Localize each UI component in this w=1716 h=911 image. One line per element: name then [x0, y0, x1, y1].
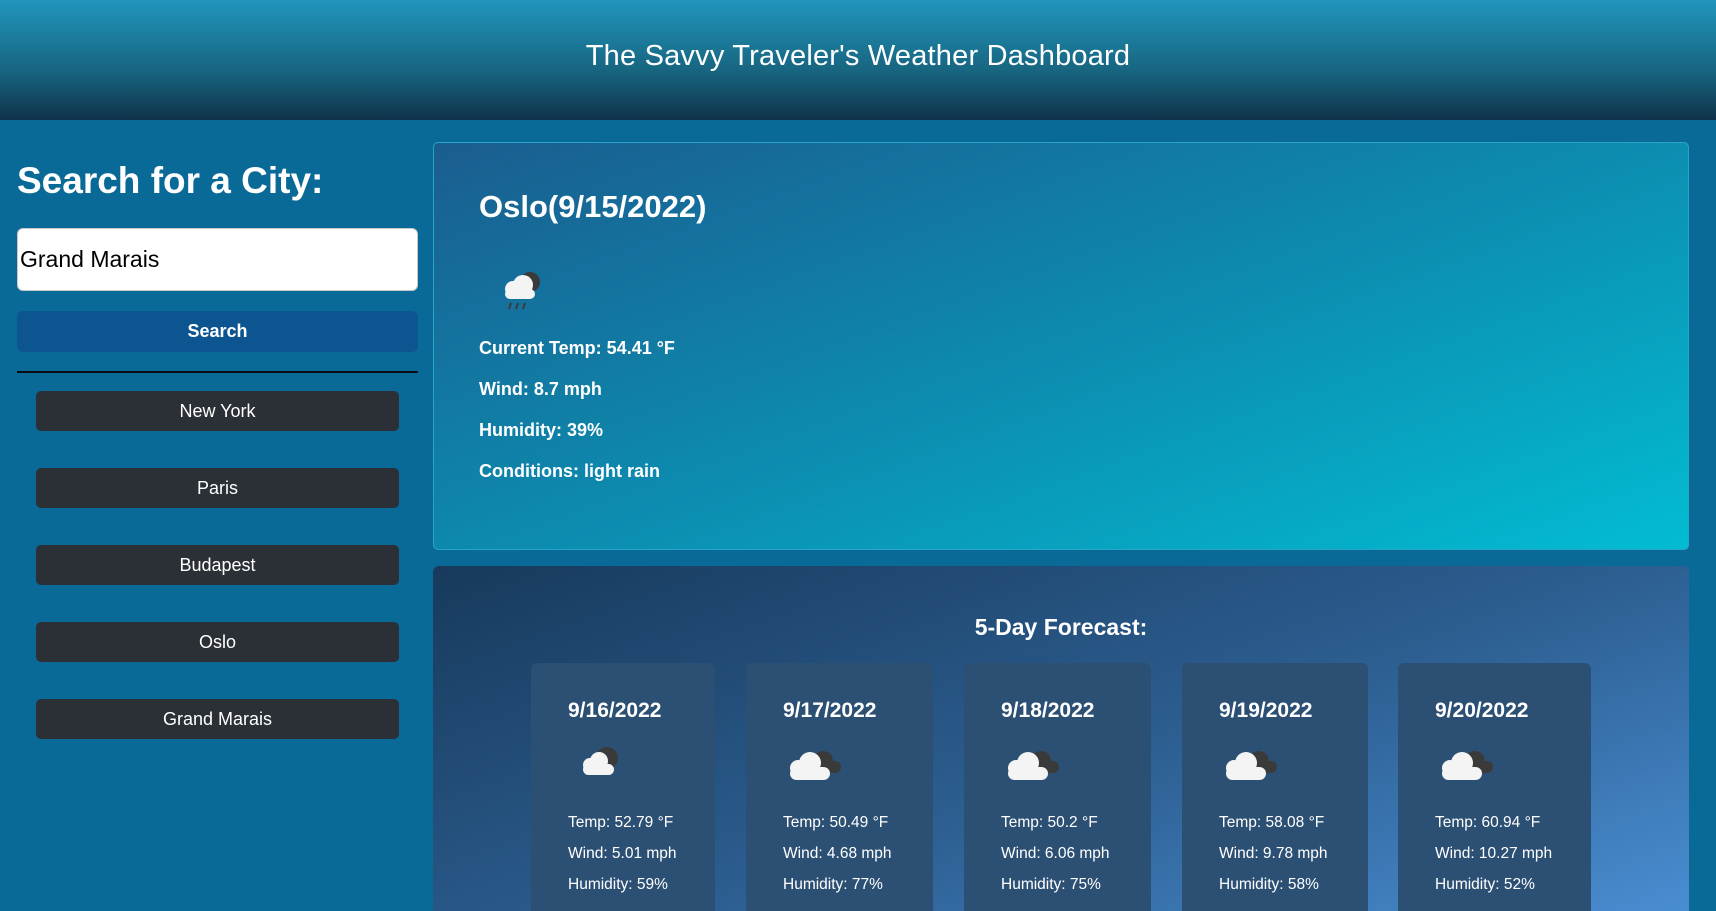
forecast-wind: Wind: 6.06 mph — [1001, 845, 1110, 862]
forecast-date: 9/18/2022 — [1001, 699, 1095, 722]
clouds-icon — [790, 751, 841, 780]
current-weather-panel: Oslo(9/15/2022) Current Temp: 54.41 °F W… — [433, 142, 1689, 550]
forecast-panel: 5-Day Forecast: 9/16/2022 Temp: 52.79 °F… — [433, 566, 1689, 911]
forecast-date: 9/16/2022 — [568, 699, 662, 722]
search-sidebar: Search for a City: Search New York Paris… — [17, 140, 418, 776]
divider — [17, 371, 418, 373]
forecast-wind: Wind: 5.01 mph — [568, 845, 677, 862]
forecast-temp: Temp: 60.94 °F — [1435, 814, 1541, 831]
current-wind: Wind: 8.7 mph — [479, 379, 602, 399]
forecast-card: 9/20/2022 Temp: 60.94 °F Wind: 10.27 mph… — [1398, 663, 1591, 911]
search-heading: Search for a City: — [17, 160, 324, 201]
cloud-rain-icon — [505, 272, 540, 310]
history-city-button[interactable]: Paris — [36, 468, 399, 508]
cloud-icon — [583, 747, 618, 775]
page-title: The Savvy Traveler's Weather Dashboard — [585, 39, 1131, 72]
forecast-date: 9/17/2022 — [783, 699, 877, 722]
search-button[interactable]: Search — [17, 311, 418, 352]
page-header: The Savvy Traveler's Weather Dashboard — [0, 0, 1716, 120]
search-history-list: New York Paris Budapest Oslo Grand Marai… — [17, 391, 418, 739]
current-conditions: Conditions: light rain — [479, 461, 660, 481]
forecast-wind: Wind: 4.68 mph — [783, 845, 892, 862]
forecast-humidity: Humidity: 77% — [783, 876, 883, 893]
forecast-heading: 5-Day Forecast: — [974, 614, 1148, 640]
forecast-temp: Temp: 52.79 °F — [568, 814, 674, 831]
forecast-humidity: Humidity: 58% — [1219, 876, 1319, 893]
current-temp: Current Temp: 54.41 °F — [479, 338, 675, 358]
forecast-temp: Temp: 50.2 °F — [1001, 814, 1098, 831]
forecast-card: 9/17/2022 Temp: 50.49 °F Wind: 4.68 mph … — [746, 663, 933, 911]
forecast-card: 9/19/2022 Temp: 58.08 °F Wind: 9.78 mph … — [1182, 663, 1368, 911]
current-humidity: Humidity: 39% — [479, 420, 604, 440]
clouds-icon — [1008, 751, 1059, 780]
clouds-icon — [1226, 751, 1277, 780]
forecast-date: 9/19/2022 — [1219, 699, 1313, 722]
forecast-temp: Temp: 50.49 °F — [783, 814, 889, 831]
history-city-button[interactable]: New York — [36, 391, 399, 431]
forecast-temp: Temp: 58.08 °F — [1219, 814, 1325, 831]
history-city-button[interactable]: Oslo — [36, 622, 399, 662]
forecast-humidity: Humidity: 52% — [1435, 876, 1535, 893]
forecast-humidity: Humidity: 59% — [568, 876, 668, 893]
history-city-button[interactable]: Grand Marais — [36, 699, 399, 739]
forecast-card: 9/16/2022 Temp: 52.79 °F Wind: 5.01 mph … — [531, 663, 715, 911]
forecast-card: 9/18/2022 Temp: 50.2 °F Wind: 6.06 mph H… — [964, 663, 1151, 911]
forecast-date: 9/20/2022 — [1435, 699, 1529, 722]
city-search-input[interactable] — [17, 228, 418, 291]
current-city-title: Oslo(9/15/2022) — [479, 189, 707, 224]
history-city-button[interactable]: Budapest — [36, 545, 399, 585]
forecast-wind: Wind: 10.27 mph — [1435, 845, 1553, 862]
clouds-icon — [1442, 751, 1493, 780]
forecast-wind: Wind: 9.78 mph — [1219, 845, 1328, 862]
forecast-humidity: Humidity: 75% — [1001, 876, 1101, 893]
